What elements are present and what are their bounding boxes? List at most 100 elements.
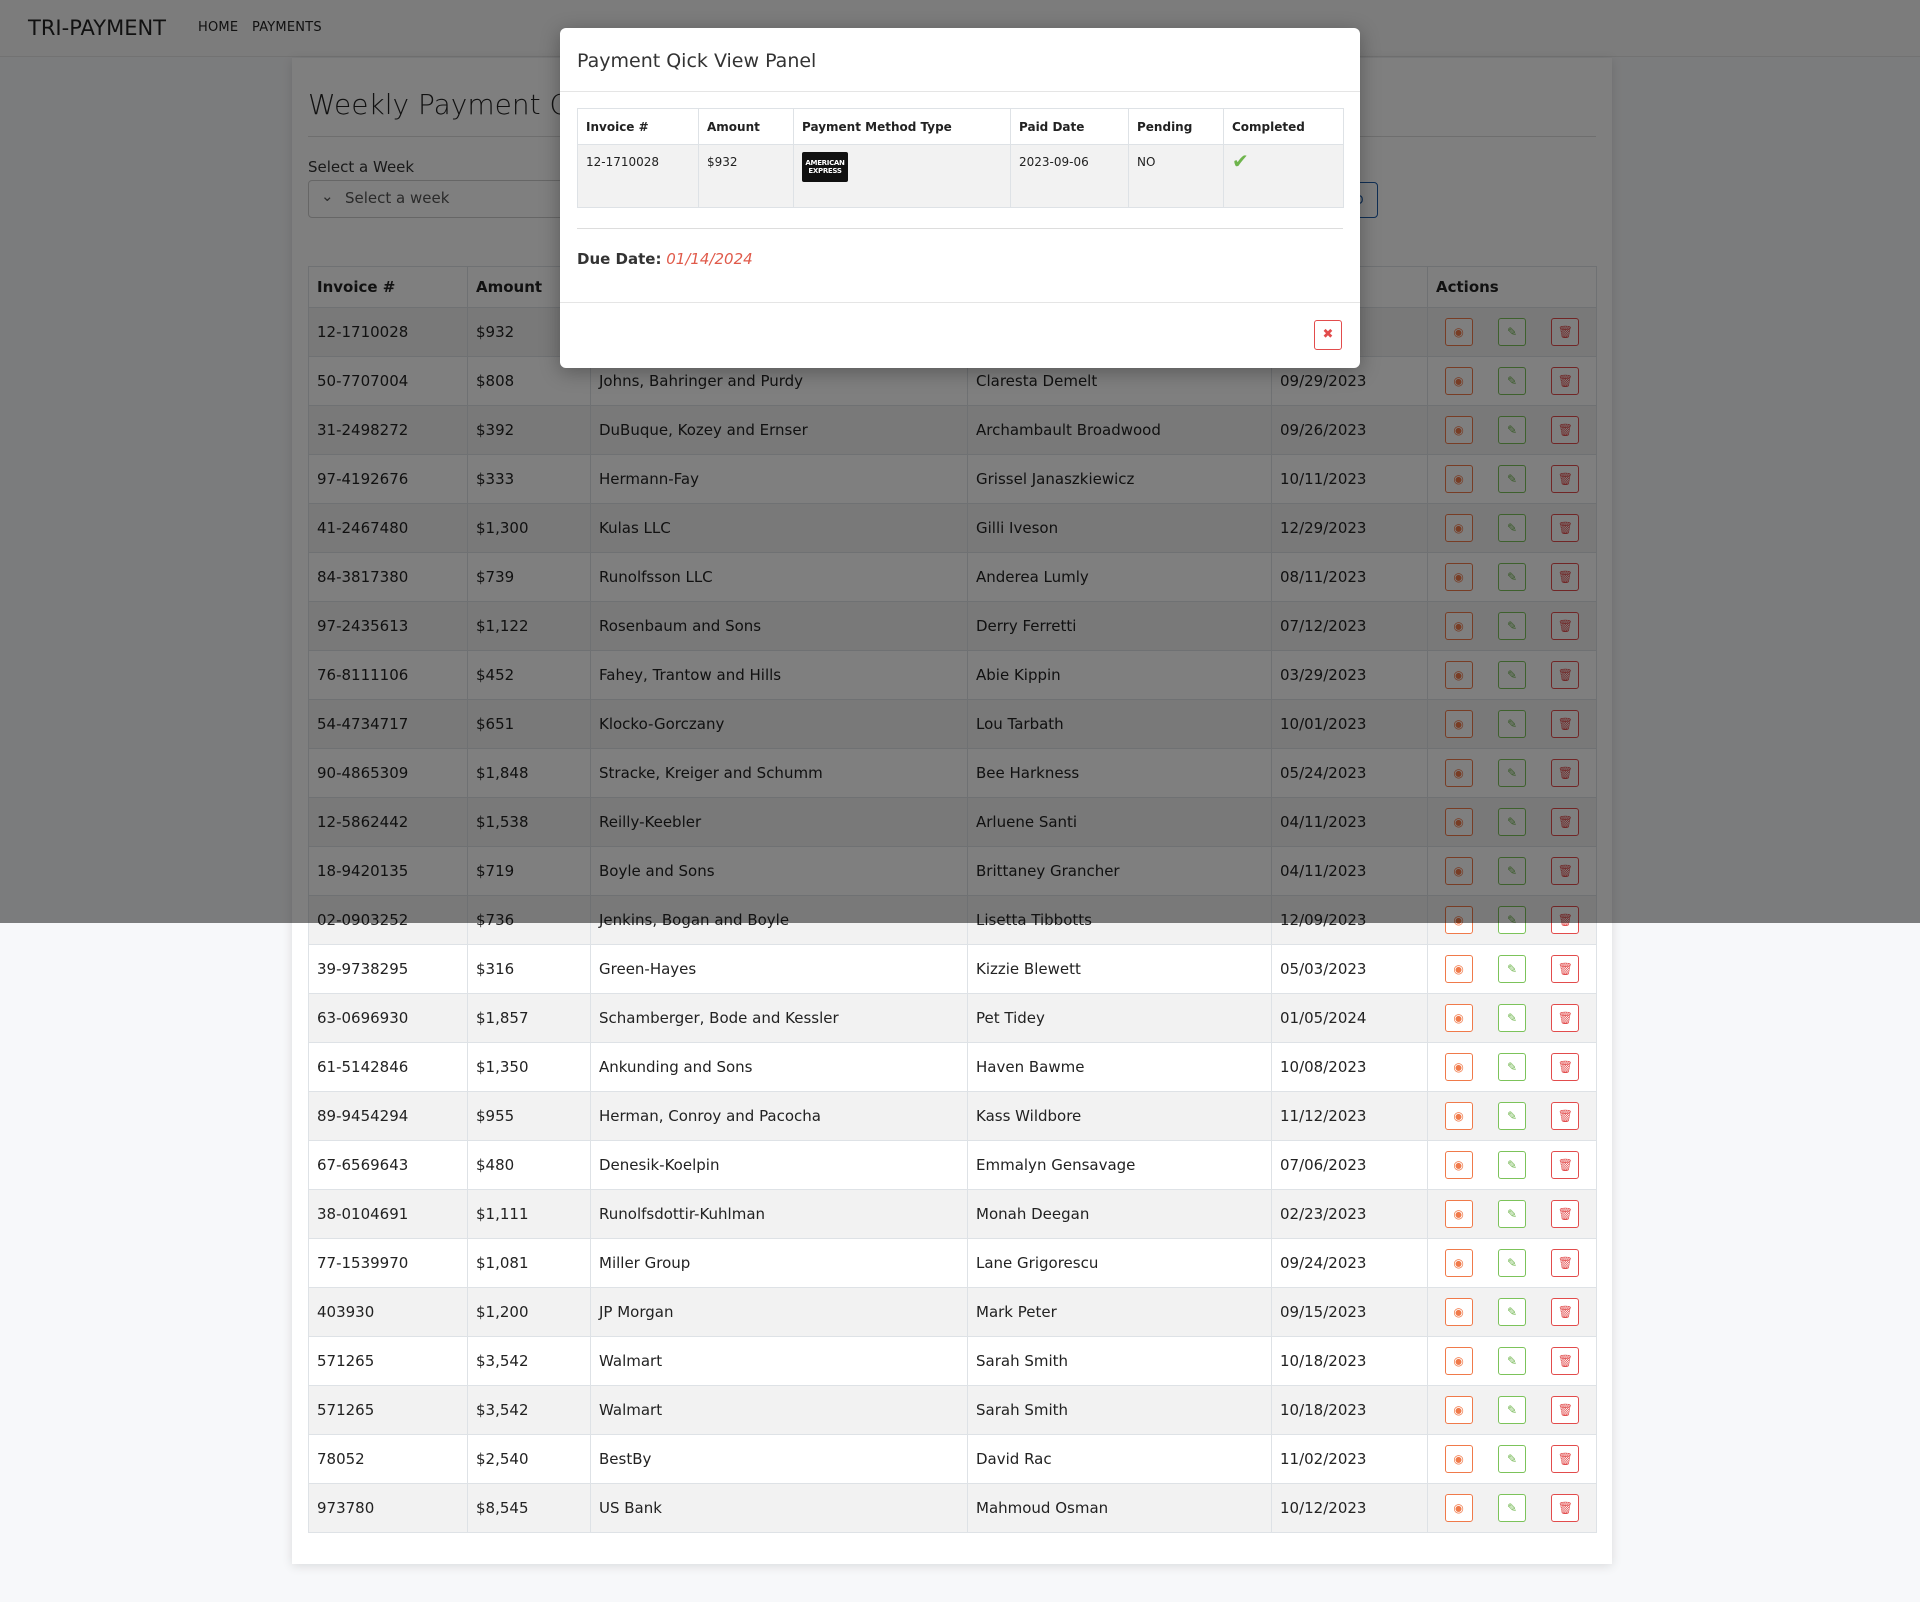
table-row: 571265 $3,542 Walmart Sarah Smith 10/18/2023… xyxy=(308,1385,1597,1435)
cell-contact: Haven Bawme xyxy=(967,1042,1272,1092)
table-row: 403930 $1,200 JP Morgan Mark Peter 09/15/202… xyxy=(308,1287,1597,1337)
pencil-icon: ✎ xyxy=(1506,1501,1518,1515)
cell-date: 10/18/2023 xyxy=(1271,1336,1428,1386)
table-row: 571265 $3,542 Walmart Sarah Smith 10/18/2023… xyxy=(308,1336,1597,1386)
edit-button[interactable]: ✎ xyxy=(1497,1347,1526,1375)
trash-icon: 🗑 xyxy=(1557,1403,1573,1417)
view-button[interactable]: ◉ xyxy=(1444,1445,1473,1473)
trash-icon: 🗑 xyxy=(1557,1060,1573,1074)
view-button[interactable]: ◉ xyxy=(1444,1200,1473,1228)
cell-amount: $8,545 xyxy=(467,1483,591,1533)
eye-icon: ◉ xyxy=(1453,1403,1464,1417)
cell-date: 11/12/2023 xyxy=(1271,1091,1428,1141)
modal-pending: NO xyxy=(1128,144,1224,208)
cell-company: US Bank xyxy=(590,1483,968,1533)
cell-company: Miller Group xyxy=(590,1238,968,1288)
delete-button[interactable]: 🗑 xyxy=(1551,1200,1580,1228)
payment-quick-view-modal: Payment Qick View Panel Invoice # Amount… xyxy=(560,28,1360,368)
cell-amount: $3,542 xyxy=(467,1385,591,1435)
actions-group: ◉ ✎ 🗑 xyxy=(1429,995,1596,1042)
edit-button[interactable]: ✎ xyxy=(1497,1445,1526,1473)
eye-icon: ◉ xyxy=(1453,1452,1464,1466)
delete-button[interactable]: 🗑 xyxy=(1551,1102,1580,1130)
pencil-icon: ✎ xyxy=(1506,1011,1518,1025)
table-row: 63-0696930 $1,857 Schamberger, Bode and Ke… xyxy=(308,993,1597,1043)
delete-button[interactable]: 🗑 xyxy=(1551,1445,1580,1473)
delete-button[interactable]: 🗑 xyxy=(1551,1053,1580,1081)
trash-icon: 🗑 xyxy=(1557,962,1573,976)
cell-contact: Mark Peter xyxy=(967,1287,1272,1337)
delete-button[interactable]: 🗑 xyxy=(1551,1494,1580,1522)
cell-date: 01/05/2024 xyxy=(1271,993,1428,1043)
view-button[interactable]: ◉ xyxy=(1444,1298,1473,1326)
edit-button[interactable]: ✎ xyxy=(1497,1494,1526,1522)
edit-button[interactable]: ✎ xyxy=(1497,1004,1526,1032)
pencil-icon: ✎ xyxy=(1506,1305,1518,1319)
cell-actions: ◉ ✎ 🗑 xyxy=(1427,1140,1597,1190)
view-button[interactable]: ◉ xyxy=(1444,1494,1473,1522)
pencil-icon: ✎ xyxy=(1506,1403,1518,1417)
cell-actions: ◉ ✎ 🗑 xyxy=(1427,1483,1597,1533)
edit-button[interactable]: ✎ xyxy=(1497,1249,1526,1277)
cell-actions: ◉ ✎ 🗑 xyxy=(1427,1336,1597,1386)
view-button[interactable]: ◉ xyxy=(1444,1004,1473,1032)
cell-date: 10/12/2023 xyxy=(1271,1483,1428,1533)
actions-group: ◉ ✎ 🗑 xyxy=(1429,1485,1596,1532)
actions-group: ◉ ✎ 🗑 xyxy=(1429,1387,1596,1434)
cell-amount: $1,200 xyxy=(467,1287,591,1337)
pencil-icon: ✎ xyxy=(1506,1452,1518,1466)
modal-header-pending: Pending xyxy=(1128,108,1224,145)
view-button[interactable]: ◉ xyxy=(1444,1102,1473,1130)
view-button[interactable]: ◉ xyxy=(1444,1396,1473,1424)
cell-actions: ◉ ✎ 🗑 xyxy=(1427,993,1597,1043)
edit-button[interactable]: ✎ xyxy=(1497,955,1526,983)
cell-invoice: 403930 xyxy=(308,1287,468,1337)
cell-invoice: 63-0696930 xyxy=(308,993,468,1043)
table-row: 77-1539970 $1,081 Miller Group Lane Grigore… xyxy=(308,1238,1597,1288)
cell-actions: ◉ ✎ 🗑 xyxy=(1427,1238,1597,1288)
cell-actions: ◉ ✎ 🗑 xyxy=(1427,944,1597,994)
delete-button[interactable]: 🗑 xyxy=(1551,1298,1580,1326)
delete-button[interactable]: 🗑 xyxy=(1551,955,1580,983)
actions-group: ◉ ✎ 🗑 xyxy=(1429,1436,1596,1483)
modal-completed: ✔ xyxy=(1223,144,1344,208)
cell-date: 02/23/2023 xyxy=(1271,1189,1428,1239)
cell-date: 05/03/2023 xyxy=(1271,944,1428,994)
close-modal-button[interactable]: ✖ xyxy=(1314,320,1342,350)
view-button[interactable]: ◉ xyxy=(1444,955,1473,983)
pencil-icon: ✎ xyxy=(1506,1207,1518,1221)
edit-button[interactable]: ✎ xyxy=(1497,1396,1526,1424)
cell-company: Green-Hayes xyxy=(590,944,968,994)
edit-button[interactable]: ✎ xyxy=(1497,1102,1526,1130)
trash-icon: 🗑 xyxy=(1557,1354,1573,1368)
view-button[interactable]: ◉ xyxy=(1444,1053,1473,1081)
pencil-icon: ✎ xyxy=(1506,1256,1518,1270)
delete-button[interactable]: 🗑 xyxy=(1551,1347,1580,1375)
actions-group: ◉ ✎ 🗑 xyxy=(1429,1240,1596,1287)
view-button[interactable]: ◉ xyxy=(1444,1151,1473,1179)
cell-company: BestBy xyxy=(590,1434,968,1484)
cell-actions: ◉ ✎ 🗑 xyxy=(1427,1434,1597,1484)
actions-group: ◉ ✎ 🗑 xyxy=(1429,946,1596,993)
table-row: 89-9454294 $955 Herman, Conroy and Pacocha… xyxy=(308,1091,1597,1141)
cell-company: Runolfsdottir-Kuhlman xyxy=(590,1189,968,1239)
edit-button[interactable]: ✎ xyxy=(1497,1200,1526,1228)
delete-button[interactable]: 🗑 xyxy=(1551,1249,1580,1277)
cell-company: JP Morgan xyxy=(590,1287,968,1337)
trash-icon: 🗑 xyxy=(1557,1158,1573,1172)
actions-group: ◉ ✎ 🗑 xyxy=(1429,1338,1596,1385)
edit-button[interactable]: ✎ xyxy=(1497,1298,1526,1326)
view-button[interactable]: ◉ xyxy=(1444,1249,1473,1277)
edit-button[interactable]: ✎ xyxy=(1497,1053,1526,1081)
pencil-icon: ✎ xyxy=(1506,1060,1518,1074)
amex-line1: AMERICAN xyxy=(805,159,845,167)
delete-button[interactable]: 🗑 xyxy=(1551,1396,1580,1424)
cell-date: 10/08/2023 xyxy=(1271,1042,1428,1092)
cell-actions: ◉ ✎ 🗑 xyxy=(1427,1287,1597,1337)
table-row: 38-0104691 $1,111 Runolfsdottir-Kuhlman Mon… xyxy=(308,1189,1597,1239)
delete-button[interactable]: 🗑 xyxy=(1551,1151,1580,1179)
delete-button[interactable]: 🗑 xyxy=(1551,1004,1580,1032)
modal-body-divider xyxy=(577,228,1343,229)
edit-button[interactable]: ✎ xyxy=(1497,1151,1526,1179)
view-button[interactable]: ◉ xyxy=(1444,1347,1473,1375)
